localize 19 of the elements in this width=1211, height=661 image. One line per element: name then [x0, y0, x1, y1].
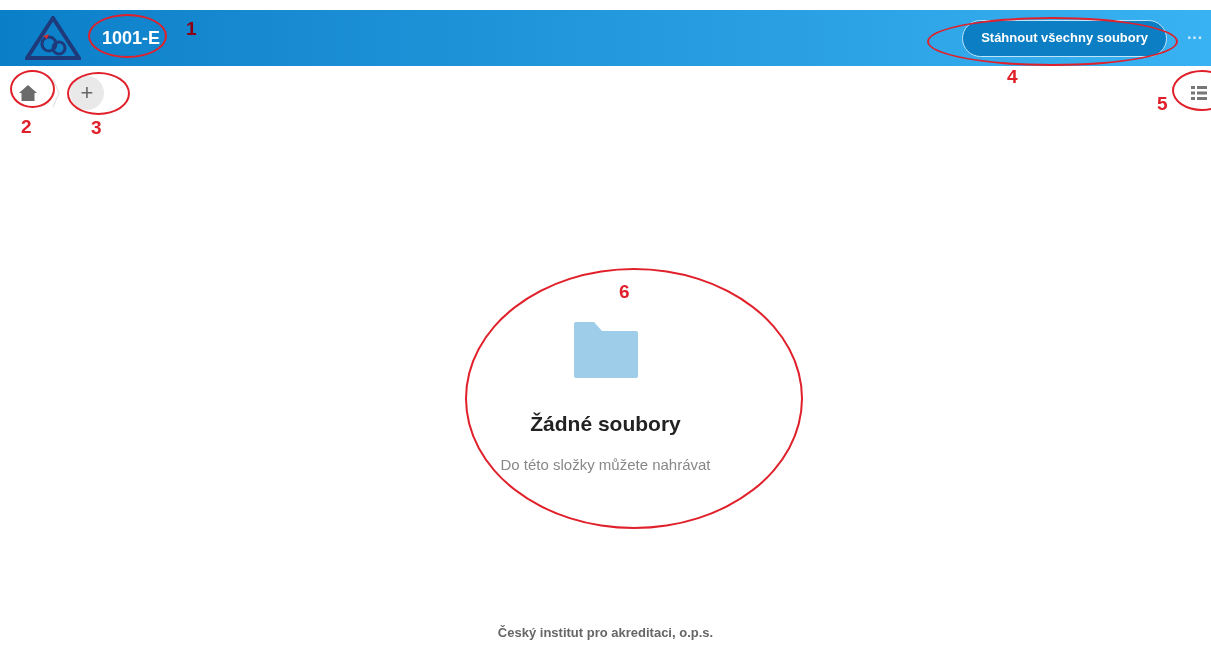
home-icon[interactable]	[18, 84, 38, 102]
empty-title: Žádné soubory	[530, 411, 681, 437]
annotation-number: 3	[91, 118, 102, 137]
empty-message: Do této složky můžete nahrávat	[500, 454, 711, 475]
annotation-ellipse	[67, 72, 130, 115]
folder-icon	[573, 322, 638, 378]
annotation-number: 6	[619, 282, 630, 301]
add-button[interactable]: +	[70, 76, 104, 110]
annotation-number: 1	[186, 19, 197, 38]
annotation-number: 4	[1007, 67, 1018, 86]
header-title: 1001-E	[102, 26, 161, 50]
annotation-ellipse	[10, 70, 55, 108]
annotation-number: 5	[1157, 94, 1168, 113]
download-all-button[interactable]: Stáhnout všechny soubory	[962, 19, 1167, 57]
triangle-logo-icon	[25, 16, 81, 60]
footer-text: Český institut pro akreditaci, o.p.s.	[497, 623, 714, 642]
list-view-icon[interactable]	[1191, 85, 1207, 101]
annotation-number: 2	[21, 117, 32, 136]
breadcrumb-chevron-icon	[52, 78, 60, 108]
